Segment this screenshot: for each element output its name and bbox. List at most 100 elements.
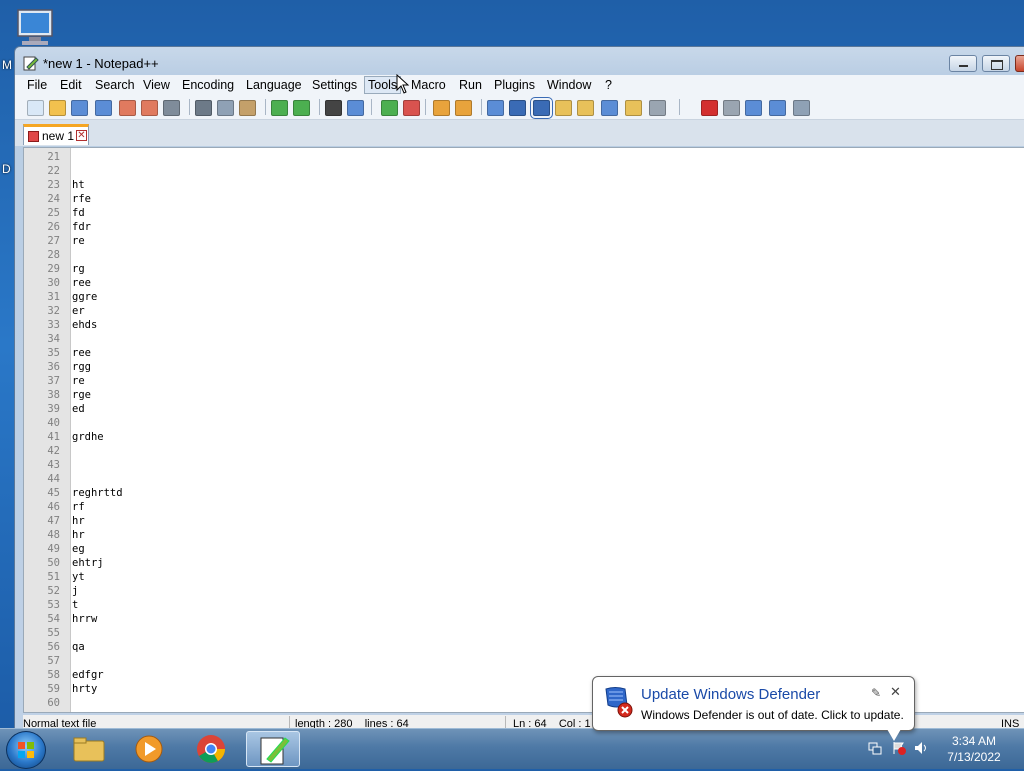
notification-options-icon[interactable]: ✎ bbox=[871, 686, 883, 700]
editor-line[interactable]: 56 qa bbox=[24, 641, 1024, 655]
redo-icon[interactable] bbox=[293, 100, 310, 116]
action-center-flag-icon[interactable] bbox=[892, 741, 906, 755]
editor-line[interactable]: 57 bbox=[24, 655, 1024, 669]
editor-line[interactable]: 43 bbox=[24, 459, 1024, 473]
indent-guide-icon[interactable] bbox=[530, 97, 553, 119]
menu-run[interactable]: Run bbox=[459, 78, 482, 92]
computer-desktop-icon[interactable] bbox=[14, 8, 60, 48]
editor-line[interactable]: 50 ehtrj bbox=[24, 557, 1024, 571]
tab-new-1[interactable]: new 1 ✕ bbox=[23, 124, 89, 145]
function-list-icon[interactable] bbox=[577, 100, 594, 116]
zoom-in-icon[interactable] bbox=[381, 100, 398, 116]
save-icon[interactable] bbox=[71, 100, 88, 116]
new-file-icon[interactable] bbox=[27, 100, 44, 116]
volume-icon[interactable] bbox=[914, 741, 928, 755]
editor-line[interactable]: 40 bbox=[24, 417, 1024, 431]
cut-icon[interactable] bbox=[195, 100, 212, 116]
editor-line[interactable]: 39 ed bbox=[24, 403, 1024, 417]
editor-line[interactable]: 21 bbox=[24, 151, 1024, 165]
editor-line[interactable]: 38 rge bbox=[24, 389, 1024, 403]
menu-file[interactable]: File bbox=[27, 78, 47, 92]
editor-line[interactable]: 46 rf bbox=[24, 501, 1024, 515]
editor-line[interactable]: 45 reghrttd bbox=[24, 487, 1024, 501]
menu-settings[interactable]: Settings bbox=[312, 78, 357, 92]
defender-notification-balloon[interactable]: Update Windows Defender Windows Defender… bbox=[592, 676, 915, 741]
start-button[interactable] bbox=[6, 731, 46, 769]
system-clock[interactable]: 3:34 AM 7/13/2022 bbox=[936, 733, 1012, 765]
menu-edit[interactable]: Edit bbox=[60, 78, 82, 92]
taskbar-windows-explorer[interactable] bbox=[62, 731, 116, 767]
menu-window[interactable]: Window bbox=[547, 78, 591, 92]
find-icon[interactable] bbox=[325, 100, 342, 116]
menu-help[interactable]: ? bbox=[605, 78, 612, 92]
sync-horizontal-icon[interactable] bbox=[455, 100, 472, 116]
text-editor[interactable]: 21 22 23 ht 24 rfe 25 fd 26 fdr 27 re 28 29 rg 30 ree 31 g… bbox=[23, 147, 1024, 713]
editor-line[interactable]: 31 ggre bbox=[24, 291, 1024, 305]
folder-as-workspace-icon[interactable] bbox=[625, 100, 642, 116]
editor-line[interactable]: 26 fdr bbox=[24, 221, 1024, 235]
show-all-chars-icon[interactable] bbox=[509, 100, 526, 116]
replace-icon[interactable] bbox=[347, 100, 364, 116]
save-macro-icon[interactable] bbox=[793, 100, 810, 116]
title-bar[interactable]: *new 1 - Notepad++ bbox=[15, 47, 1024, 77]
sync-vertical-icon[interactable] bbox=[433, 100, 450, 116]
editor-line[interactable]: 44 bbox=[24, 473, 1024, 487]
close-all-icon[interactable] bbox=[141, 100, 158, 116]
editor-line[interactable]: 37 re bbox=[24, 375, 1024, 389]
taskbar-chrome[interactable] bbox=[184, 731, 238, 767]
minimize-button[interactable] bbox=[949, 55, 977, 72]
word-wrap-icon[interactable] bbox=[487, 100, 504, 116]
paste-icon[interactable] bbox=[239, 100, 256, 116]
editor-line[interactable]: 23 ht bbox=[24, 179, 1024, 193]
editor-line[interactable]: 32 er bbox=[24, 305, 1024, 319]
close-window-button[interactable] bbox=[1015, 55, 1024, 72]
doc-map-icon[interactable] bbox=[601, 100, 618, 116]
menu-view[interactable]: View bbox=[143, 78, 170, 92]
maximize-button[interactable] bbox=[982, 55, 1010, 72]
editor-line[interactable]: 51 yt bbox=[24, 571, 1024, 585]
editor-line[interactable]: 52 j bbox=[24, 585, 1024, 599]
run-macro-multiple-icon[interactable] bbox=[769, 100, 786, 116]
taskbar-media-player[interactable] bbox=[122, 731, 176, 767]
editor-line[interactable]: 49 eg bbox=[24, 543, 1024, 557]
editor-line[interactable]: 36 rgg bbox=[24, 361, 1024, 375]
network-tray-icon[interactable] bbox=[868, 741, 882, 755]
zoom-out-icon[interactable] bbox=[403, 100, 420, 116]
editor-line[interactable]: 33 ehds bbox=[24, 319, 1024, 333]
editor-line[interactable]: 54 hrrw bbox=[24, 613, 1024, 627]
menu-macro[interactable]: Macro bbox=[411, 78, 446, 92]
editor-line[interactable]: 55 bbox=[24, 627, 1024, 641]
menu-encoding[interactable]: Encoding bbox=[182, 78, 234, 92]
save-all-icon[interactable] bbox=[95, 100, 112, 116]
notification-close-icon[interactable]: ✕ bbox=[890, 684, 902, 699]
play-macro-icon[interactable] bbox=[745, 100, 762, 116]
editor-line[interactable]: 47 hr bbox=[24, 515, 1024, 529]
taskbar-notepadpp[interactable] bbox=[246, 731, 300, 767]
close-icon[interactable] bbox=[119, 100, 136, 116]
menu-search[interactable]: Search bbox=[95, 78, 135, 92]
open-file-icon[interactable] bbox=[49, 100, 66, 116]
print-icon[interactable] bbox=[163, 100, 180, 116]
menu-plugins[interactable]: Plugins bbox=[494, 78, 535, 92]
editor-line[interactable]: 29 rg bbox=[24, 263, 1024, 277]
stop-record-icon[interactable] bbox=[723, 100, 740, 116]
editor-line[interactable]: 35 ree bbox=[24, 347, 1024, 361]
close-tab-icon[interactable]: ✕ bbox=[76, 130, 87, 141]
editor-line[interactable]: 24 rfe bbox=[24, 193, 1024, 207]
editor-line[interactable]: 30 ree bbox=[24, 277, 1024, 291]
editor-line[interactable]: 42 bbox=[24, 445, 1024, 459]
undo-icon[interactable] bbox=[271, 100, 288, 116]
record-macro-icon[interactable] bbox=[701, 100, 718, 116]
menu-language[interactable]: Language bbox=[246, 78, 302, 92]
editor-line[interactable]: 28 bbox=[24, 249, 1024, 263]
copy-icon[interactable] bbox=[217, 100, 234, 116]
editor-line[interactable]: 25 fd bbox=[24, 207, 1024, 221]
editor-line[interactable]: 34 bbox=[24, 333, 1024, 347]
editor-line[interactable]: 53 t bbox=[24, 599, 1024, 613]
editor-line[interactable]: 48 hr bbox=[24, 529, 1024, 543]
udl-icon[interactable] bbox=[555, 100, 572, 116]
monitoring-icon[interactable] bbox=[649, 100, 666, 116]
editor-line[interactable]: 22 bbox=[24, 165, 1024, 179]
editor-line[interactable]: 41 grdhe bbox=[24, 431, 1024, 445]
editor-line[interactable]: 27 re bbox=[24, 235, 1024, 249]
